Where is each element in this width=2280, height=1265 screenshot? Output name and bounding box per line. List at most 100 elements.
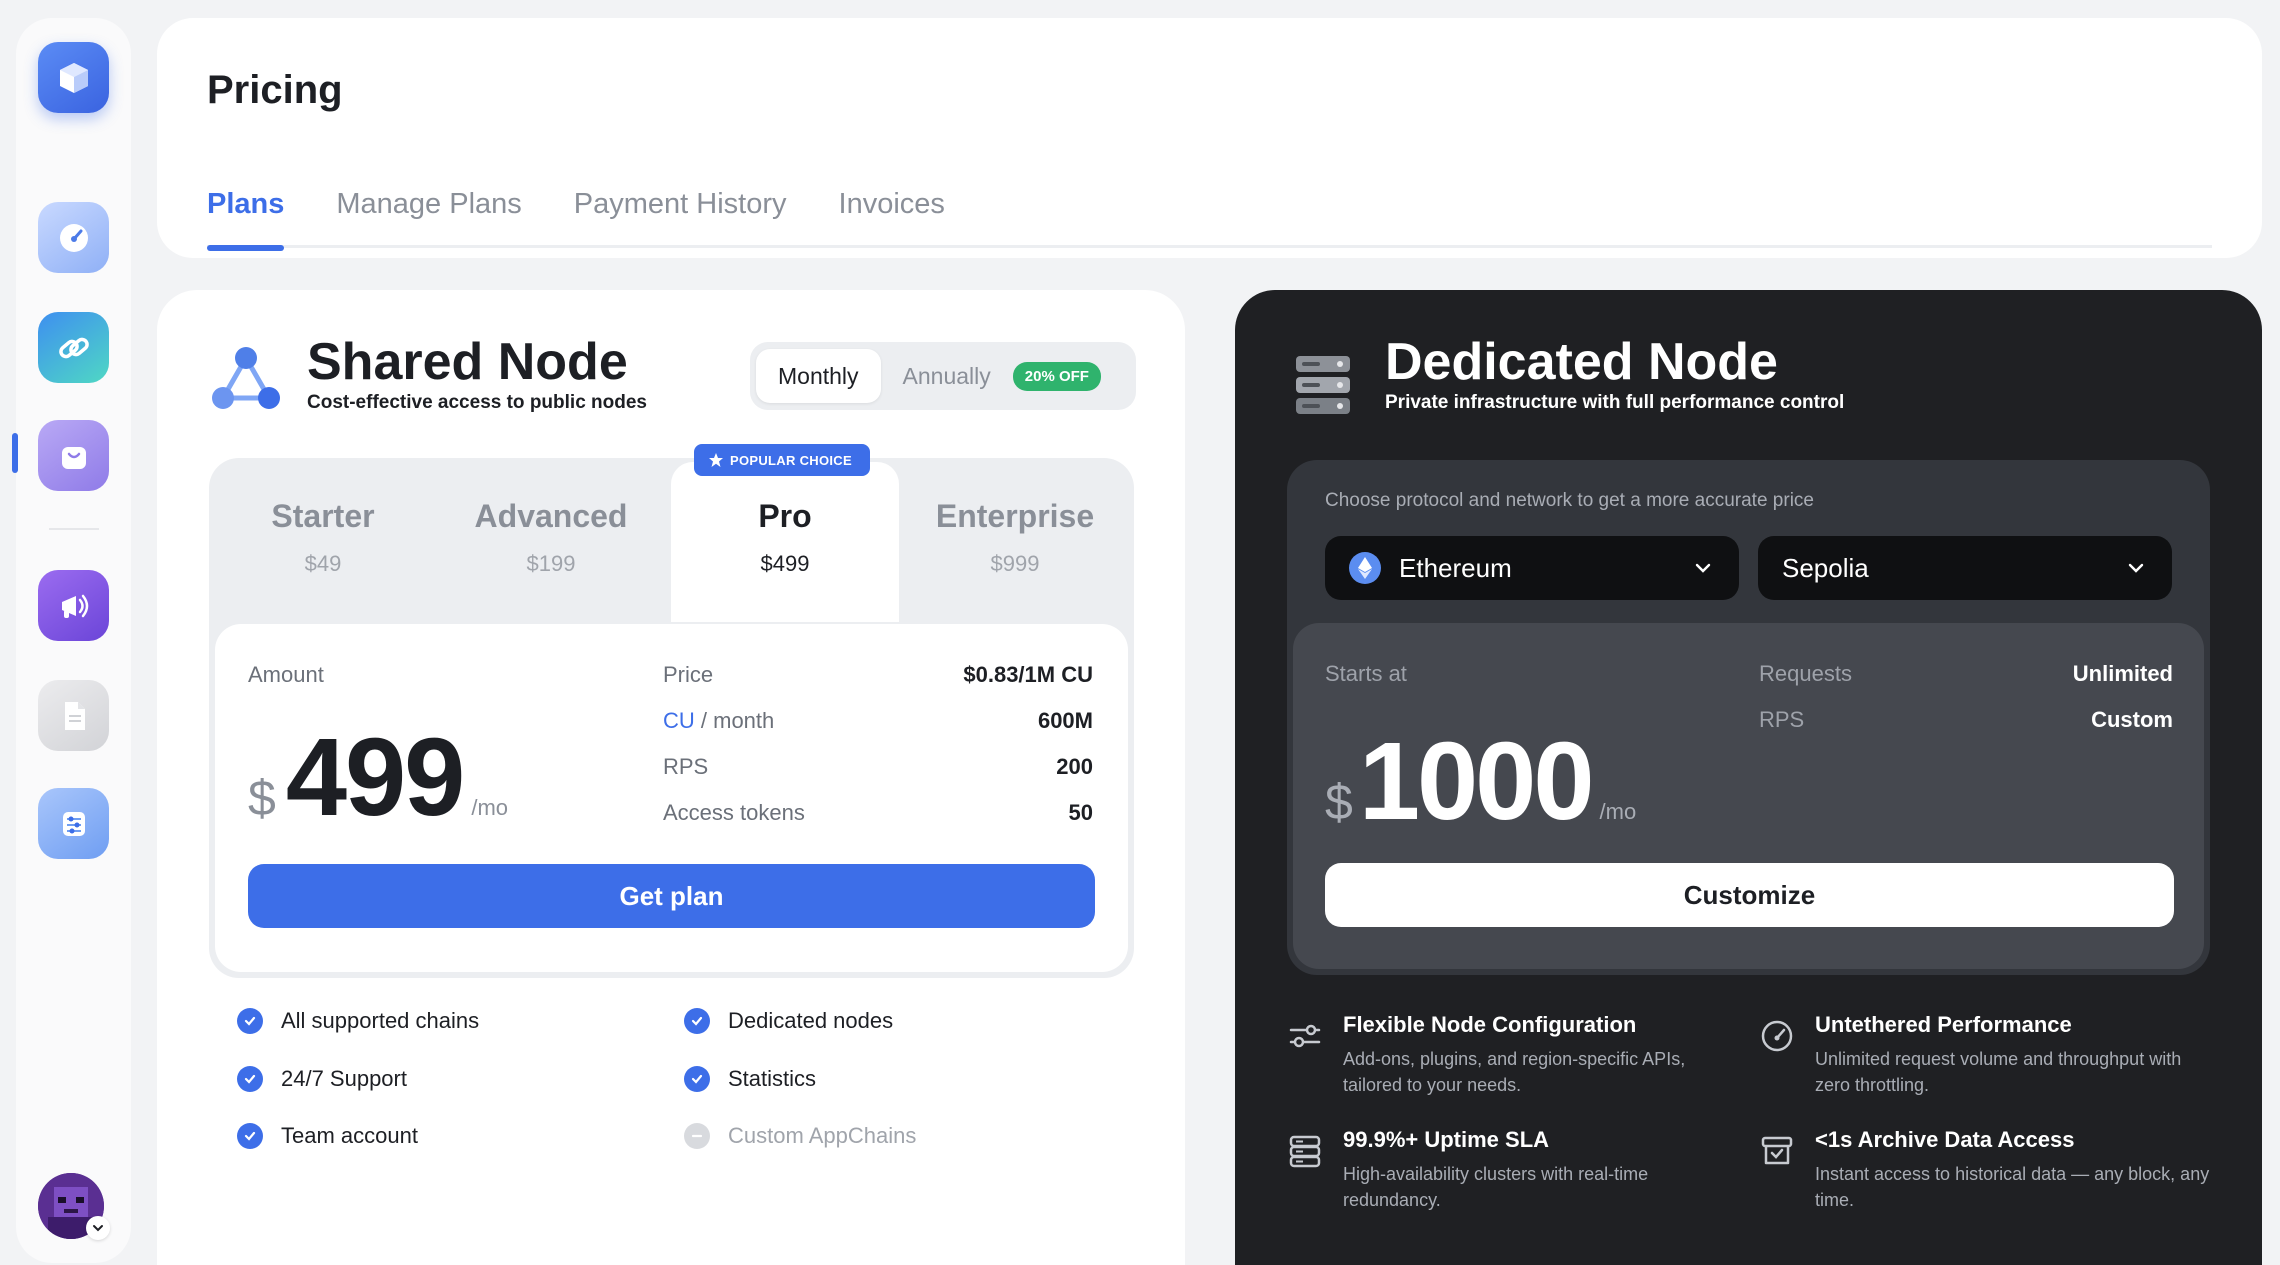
spec-label: RPS: [1759, 707, 1805, 732]
spec-label: Requests: [1759, 661, 1852, 686]
star-icon: [709, 453, 723, 467]
active-indicator: [12, 433, 18, 473]
check-icon: [237, 1008, 263, 1034]
spec-row-price: Price $0.83/1M CU: [663, 662, 1093, 708]
currency-symbol: $: [248, 770, 276, 826]
plan-tab-starter[interactable]: Starter $49: [209, 458, 437, 626]
network-value: Sepolia: [1782, 552, 1869, 583]
ethereum-icon: [1349, 552, 1381, 584]
document-icon: [64, 701, 85, 730]
sidebar-item-announcements[interactable]: [38, 570, 109, 641]
tab-invoices[interactable]: Invoices: [839, 168, 945, 248]
tab-payment-history[interactable]: Payment History: [574, 168, 787, 248]
billing-monthly-option[interactable]: Monthly: [756, 349, 881, 403]
plan-name: Advanced: [474, 498, 628, 534]
benefit-description: Instant access to historical data — any …: [1815, 1164, 2210, 1210]
benefit-title: 99.9%+ Uptime SLA: [1343, 1127, 1550, 1152]
spec-value: Unlimited: [2072, 661, 2173, 686]
plan-price: $199: [526, 551, 576, 576]
sidebar-item-docs[interactable]: [38, 680, 109, 751]
plan-details: Amount $ 499 /mo Price $0.83/1M CU CU / …: [215, 624, 1128, 972]
dedicated-specs: Requests Unlimited RPS Custom: [1759, 661, 2173, 753]
tab-plans[interactable]: Plans: [207, 168, 285, 251]
archive-icon: [1761, 1136, 1793, 1165]
feature-item: Dedicated nodes: [684, 1008, 893, 1034]
amount-label: Amount: [248, 662, 324, 687]
starts-at-label: Starts at: [1325, 661, 1407, 686]
chevron-down-icon: [93, 1225, 103, 1232]
gauge-icon: [59, 223, 88, 252]
cu-link[interactable]: CU: [663, 708, 695, 733]
plan-name: Starter: [271, 498, 375, 534]
feature-label: 24/7 Support: [281, 1066, 407, 1091]
server-stack-icon: [1296, 356, 1350, 414]
spec-value: 50: [1068, 800, 1093, 825]
dedicated-node-card: Dedicated Node Private infrastructure wi…: [1235, 290, 2262, 1265]
page-header: Pricing Plans Manage Plans Payment Histo…: [157, 18, 2262, 258]
dedicated-config-panel: Choose protocol and network to get a mor…: [1287, 460, 2210, 975]
billing-toggle: Monthly Annually 20% OFF: [750, 342, 1136, 410]
feature-label: Custom AppChains: [728, 1123, 917, 1148]
benefit-title: Flexible Node Configuration: [1343, 1012, 1637, 1037]
popular-choice-badge: POPULAR CHOICE: [694, 444, 870, 476]
sidebar-item-home[interactable]: [38, 42, 109, 113]
server-icon: [1289, 1135, 1321, 1168]
spec-value: $0.83/1M CU: [963, 662, 1093, 687]
protocol-value: Ethereum: [1399, 552, 1512, 583]
protocol-select[interactable]: Ethereum: [1325, 536, 1739, 600]
sidebar-item-settings[interactable]: [38, 788, 109, 859]
customize-button[interactable]: Customize: [1325, 863, 2174, 927]
plan-tab-enterprise[interactable]: Enterprise $999: [901, 458, 1129, 626]
plan-specs: Price $0.83/1M CU CU / month 600M RPS 20…: [663, 662, 1093, 846]
discount-badge: 20% OFF: [1012, 361, 1101, 391]
feature-label: Team account: [281, 1123, 418, 1148]
spec-row-requests: Requests Unlimited: [1759, 661, 2173, 707]
minus-icon: [684, 1123, 710, 1149]
link-icon: [58, 337, 89, 358]
benefit-title: Untethered Performance: [1815, 1012, 2072, 1037]
avatar-menu-button[interactable]: [86, 1216, 110, 1240]
amount-period: /mo: [471, 795, 509, 820]
plan-price: $49: [304, 551, 342, 576]
sidebar-item-endpoints[interactable]: [38, 312, 109, 383]
benefit-description: Add-ons, plugins, and region-specific AP…: [1343, 1049, 1686, 1095]
get-plan-button[interactable]: Get plan: [248, 864, 1095, 928]
plan-name: Pro: [758, 498, 812, 534]
amount-period: /mo: [1599, 799, 1637, 824]
feature-label: Dedicated nodes: [728, 1008, 894, 1033]
spec-label: RPS: [663, 754, 709, 779]
spec-row-cu: CU / month 600M: [663, 708, 1093, 754]
protocol-hint: Choose protocol and network to get a mor…: [1325, 490, 1814, 511]
benefit-description: Unlimited request volume and throughput …: [1815, 1049, 2182, 1095]
sliders-icon: [1289, 1024, 1321, 1048]
amount-value: 1000: [1358, 720, 1595, 843]
network-select[interactable]: Sepolia: [1758, 536, 2172, 600]
spec-label: Access tokens: [663, 800, 805, 825]
currency-symbol: $: [1325, 774, 1353, 830]
page-title: Pricing: [207, 68, 343, 112]
sidebar-item-pricing[interactable]: [38, 420, 109, 491]
chevron-down-icon: [2128, 563, 2144, 573]
check-icon: [237, 1123, 263, 1149]
tab-manage-plans[interactable]: Manage Plans: [336, 168, 521, 248]
feature-item-disabled: Custom AppChains: [684, 1123, 916, 1149]
plan-price: $999: [990, 551, 1040, 576]
spec-row-tokens: Access tokens 50: [663, 800, 1093, 846]
benefit-title: <1s Archive Data Access: [1815, 1127, 2075, 1152]
plan-selector: POPULAR CHOICE Starter $49 Advanced $199…: [209, 444, 1134, 978]
sidebar-item-dashboard[interactable]: [38, 202, 109, 273]
cube-icon: [59, 62, 88, 93]
plan-tab-pro[interactable]: Pro $499: [671, 462, 899, 622]
chevron-down-icon: [1695, 563, 1711, 573]
megaphone-icon: [61, 594, 88, 618]
plan-name: Enterprise: [935, 498, 1095, 534]
dedicated-node-title: Dedicated Node: [1385, 333, 1778, 391]
billing-annually-option[interactable]: Annually: [881, 349, 1013, 403]
speedometer-icon: [1761, 1020, 1793, 1052]
spec-value: 200: [1056, 754, 1093, 779]
spec-label: CU / month: [663, 708, 774, 754]
spec-value: Custom: [2091, 707, 2173, 732]
plan-tab-advanced[interactable]: Advanced $199: [437, 458, 665, 626]
feature-label: Statistics: [728, 1066, 817, 1091]
amount-value: 499: [285, 716, 466, 839]
